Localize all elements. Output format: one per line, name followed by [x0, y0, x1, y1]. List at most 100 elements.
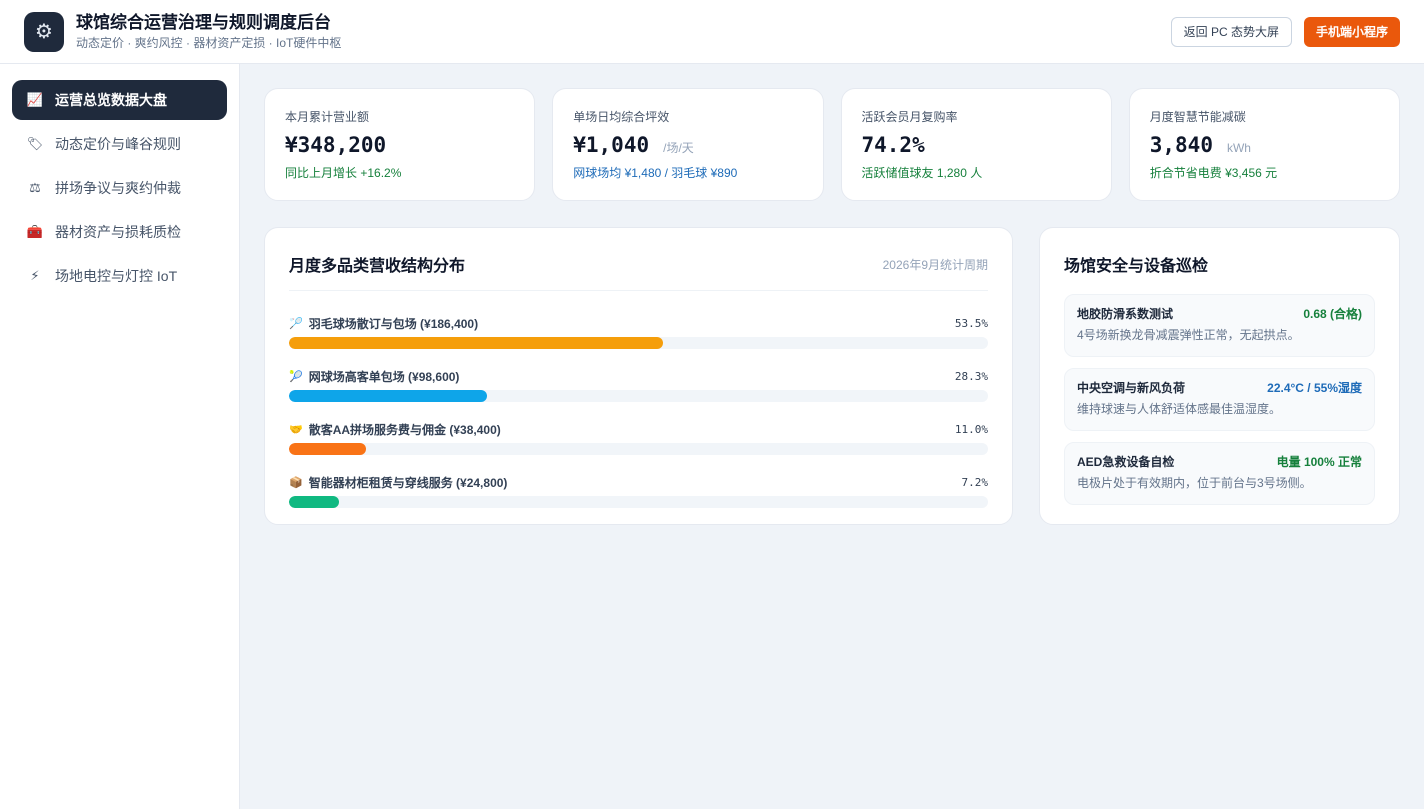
- stats-row: 本月累计营业额 ¥348,200 同比上月增长 +16.2% 单场日均综合坪效 …: [264, 88, 1400, 201]
- stat-note: 活跃储值球友 1,280 人: [861, 166, 983, 180]
- brand: 球馆综合运营治理与规则调度后台 动态定价 · 爽约风控 · 器材资产定损 · I…: [76, 12, 341, 52]
- stat-card-revenue: 本月累计营业额 ¥348,200 同比上月增长 +16.2%: [264, 88, 536, 201]
- revenue-item-header: 📦 智能器材柜租赁与穿线服务 (¥24,800) 7.2%: [289, 474, 988, 490]
- inspection-item-hvac: 中央空调与新风负荷 22.4°C / 55%湿度 维持球速与人体舒适体感最佳温湿…: [1064, 368, 1375, 431]
- inspection-item-aed: AED急救设备自检 电量 100% 正常 电极片处于有效期内，位于前台与3号场侧…: [1064, 442, 1375, 505]
- revenue-item-header: 🏸 羽毛球场散订与包场 (¥186,400) 53.5%: [289, 315, 988, 331]
- panel-header: 月度多品类营收结构分布 2026年9月统计周期: [289, 252, 988, 291]
- inspection-item-header: AED急救设备自检 电量 100% 正常: [1077, 453, 1362, 470]
- inspection-value: 22.4°C / 55%湿度: [1267, 381, 1362, 395]
- sidebar-item-arbitration[interactable]: ⚖ 拼场争议与爽约仲裁: [12, 168, 227, 208]
- stat-value-row: ¥1,040 /场/天: [573, 133, 802, 157]
- revenue-item-locker: 📦 智能器材柜租赁与穿线服务 (¥24,800) 7.2%: [289, 474, 988, 508]
- sidebar-item-label: 场地电控与灯控 IoT: [55, 268, 178, 284]
- badminton-icon: 🏸: [289, 317, 303, 330]
- revenue-item-badminton: 🏸 羽毛球场散订与包场 (¥186,400) 53.5%: [289, 315, 988, 349]
- stat-value-row: 74.2%: [862, 133, 1091, 157]
- sidebar-item-label: 动态定价与峰谷规则: [55, 136, 181, 152]
- sidebar-item-label: 拼场争议与爽约仲裁: [55, 180, 181, 196]
- price-tag-icon: 🏷: [26, 136, 44, 151]
- revenue-item-label: 智能器材柜租赁与穿线服务 (¥24,800): [308, 475, 508, 490]
- scales-icon: ⚖: [29, 180, 41, 195]
- stat-label: 月度智慧节能减碳: [1149, 110, 1246, 124]
- period-label: 2026年9月统计周期: [882, 257, 988, 272]
- inspection-item-header: 中央空调与新风负荷 22.4°C / 55%湿度: [1077, 379, 1362, 396]
- sidebar: 📈 运营总览数据大盘 🏷 动态定价与峰谷规则 ⚖ 拼场争议与爽约仲裁 🧰 器材资…: [0, 64, 240, 809]
- revenue-item-percent: 7.2%: [961, 475, 989, 489]
- revenue-list: 🏸 羽毛球场散订与包场 (¥186,400) 53.5% 🎾 网球场高客单包场 …: [289, 315, 988, 508]
- revenue-item-label-wrap: 📦 智能器材柜租赁与穿线服务 (¥24,800): [289, 474, 507, 491]
- revenue-item-aa: 🤝 散客AA拼场服务费与佣金 (¥38,400) 11.0%: [289, 421, 988, 455]
- sidebar-item-label: 运营总览数据大盘: [55, 92, 167, 108]
- gear-icon: ⚙: [24, 11, 64, 52]
- stat-note: 同比上月增长 +16.2%: [285, 166, 402, 180]
- stat-value-row: 3,840 kWh: [1150, 133, 1379, 157]
- stat-value: ¥348,200: [285, 133, 387, 157]
- sidebar-item-pricing[interactable]: 🏷 动态定价与峰谷规则: [12, 124, 227, 164]
- panel-title: 月度多品类营收结构分布: [289, 258, 466, 275]
- progress-fill: [289, 443, 366, 455]
- stat-value: ¥1,040: [573, 133, 650, 157]
- main-content: 本月累计营业额 ¥348,200 同比上月增长 +16.2% 单场日均综合坪效 …: [264, 88, 1400, 525]
- revenue-item-percent: 53.5%: [954, 316, 988, 330]
- inspection-item-header: 地胶防滑系数测试 0.68 (合格): [1077, 305, 1362, 322]
- stat-note: 网球场均 ¥1,480 / 羽毛球 ¥890: [573, 166, 738, 180]
- toolbox-icon: 🧰: [26, 224, 44, 239]
- inspection-desc: 4号场新换龙骨减震弹性正常，无起拱点。: [1077, 328, 1300, 342]
- panels-row: 月度多品类营收结构分布 2026年9月统计周期 🏸 羽毛球场散订与包场 (¥18…: [264, 227, 1400, 525]
- inspection-name: AED急救设备自检: [1077, 455, 1175, 469]
- stat-card-energy: 月度智慧节能减碳 3,840 kWh 折合节省电费 ¥3,456 元: [1128, 88, 1400, 201]
- progress-track: [289, 337, 988, 349]
- inspection-value: 0.68 (合格): [1303, 307, 1362, 321]
- inspection-desc: 电极片处于有效期内，位于前台与3号场侧。: [1077, 476, 1312, 490]
- inspection-item-floor: 地胶防滑系数测试 0.68 (合格) 4号场新换龙骨减震弹性正常，无起拱点。: [1064, 294, 1375, 357]
- safety-inspection-panel: 场馆安全与设备巡检 地胶防滑系数测试 0.68 (合格) 4号场新换龙骨减震弹性…: [1039, 227, 1400, 525]
- progress-fill: [289, 390, 487, 402]
- progress-track: [289, 390, 988, 402]
- handshake-icon: 🤝: [289, 423, 303, 436]
- progress-track: [289, 496, 988, 508]
- stat-unit: /场/天: [663, 141, 694, 155]
- revenue-item-header: 🎾 网球场高客单包场 (¥98,600) 28.3%: [289, 368, 988, 384]
- app-subtitle: 动态定价 · 爽约风控 · 器材资产定损 · IoT硬件中枢: [76, 35, 342, 50]
- back-to-pc-dashboard-button[interactable]: 返回 PC 态势大屏: [1170, 16, 1292, 47]
- revenue-item-label: 网球场高客单包场 (¥98,600): [308, 369, 460, 384]
- revenue-item-percent: 11.0%: [954, 422, 988, 436]
- stat-unit: kWh: [1226, 141, 1251, 155]
- stat-note: 折合节省电费 ¥3,456 元: [1149, 166, 1278, 180]
- progress-fill: [289, 337, 663, 349]
- stat-value-row: ¥348,200: [285, 133, 514, 157]
- revenue-item-header: 🤝 散客AA拼场服务费与佣金 (¥38,400) 11.0%: [289, 421, 988, 437]
- inspection-value: 电量 100% 正常: [1276, 455, 1362, 469]
- stat-value: 3,840: [1149, 133, 1213, 157]
- revenue-item-tennis: 🎾 网球场高客单包场 (¥98,600) 28.3%: [289, 368, 988, 402]
- sidebar-item-iot[interactable]: ⚡ 场地电控与灯控 IoT: [12, 256, 227, 296]
- sidebar-item-overview[interactable]: 📈 运营总览数据大盘: [12, 80, 227, 120]
- inspection-name: 地胶防滑系数测试: [1077, 307, 1174, 321]
- top-header: ⚙ 球馆综合运营治理与规则调度后台 动态定价 · 爽约风控 · 器材资产定损 ·…: [0, 0, 1424, 64]
- revenue-item-label-wrap: 🤝 散客AA拼场服务费与佣金 (¥38,400): [289, 421, 501, 438]
- stat-label: 单场日均综合坪效: [573, 110, 670, 124]
- header-actions: 返回 PC 态势大屏 手机端小程序: [1170, 16, 1400, 47]
- inspection-name: 中央空调与新风负荷: [1077, 381, 1186, 395]
- app-title: 球馆综合运营治理与规则调度后台: [76, 12, 331, 32]
- progress-track: [289, 443, 988, 455]
- panel-title: 场馆安全与设备巡检: [1064, 258, 1209, 275]
- revenue-item-label-wrap: 🎾 网球场高客单包场 (¥98,600): [289, 368, 459, 385]
- revenue-item-label-wrap: 🏸 羽毛球场散订与包场 (¥186,400): [289, 315, 478, 332]
- mini-program-button[interactable]: 手机端小程序: [1303, 16, 1400, 47]
- inspection-desc: 维持球速与人体舒适体感最佳温湿度。: [1077, 402, 1282, 416]
- stat-label: 本月累计营业额: [285, 110, 370, 124]
- chart-icon: 📈: [26, 92, 44, 107]
- lightning-icon: ⚡: [30, 268, 40, 283]
- sidebar-item-label: 器材资产与损耗质检: [55, 224, 181, 240]
- sidebar-item-equipment[interactable]: 🧰 器材资产与损耗质检: [12, 212, 227, 252]
- stat-label: 活跃会员月复购率: [861, 110, 958, 124]
- revenue-item-percent: 28.3%: [954, 369, 988, 383]
- box-icon: 📦: [289, 476, 303, 489]
- revenue-structure-panel: 月度多品类营收结构分布 2026年9月统计周期 🏸 羽毛球场散订与包场 (¥18…: [264, 227, 1013, 525]
- progress-fill: [289, 496, 340, 508]
- revenue-item-label: 羽毛球场散订与包场 (¥186,400): [308, 316, 479, 331]
- stat-value: 74.2%: [861, 133, 925, 157]
- stat-card-repurchase: 活跃会员月复购率 74.2% 活跃储值球友 1,280 人: [840, 88, 1112, 201]
